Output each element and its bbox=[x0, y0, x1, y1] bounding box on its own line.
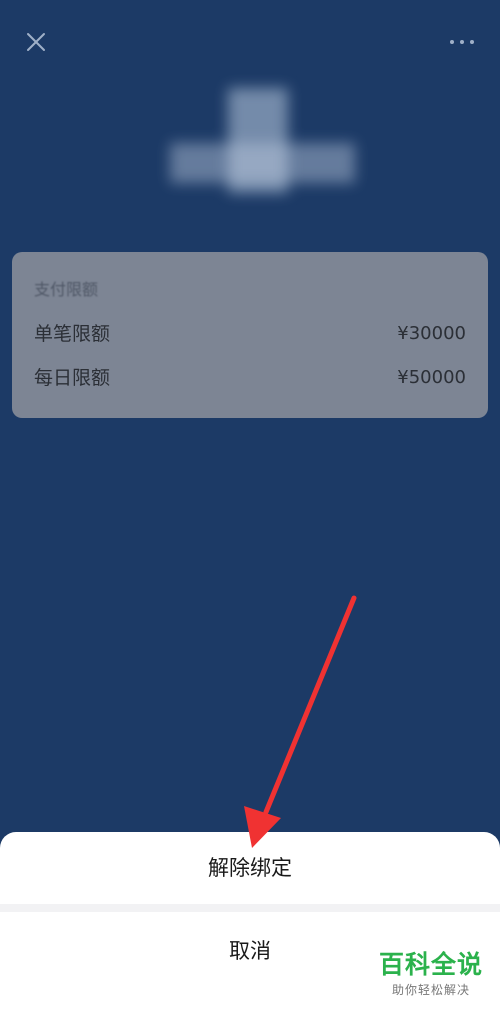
more-dots-icon bbox=[450, 40, 474, 44]
limit-label: 每日限额 bbox=[34, 367, 111, 389]
card-title: 支付限额 bbox=[34, 280, 99, 299]
watermark-title: 百科全说 bbox=[378, 950, 483, 979]
watermark: 百科全说 助你轻松解决 bbox=[376, 948, 486, 998]
limit-value: ¥50000 bbox=[397, 367, 466, 388]
more-button[interactable] bbox=[444, 26, 480, 58]
limit-row-single: 单笔限额 ¥30000 bbox=[34, 319, 466, 349]
bank-card-detail-screen: 支付限额 单笔限额 ¥30000 每日限额 ¥50000 解除绑定 取消 百科全… bbox=[0, 0, 500, 1012]
top-bar bbox=[0, 0, 500, 84]
close-button[interactable] bbox=[20, 26, 52, 58]
limit-row-daily: 每日限额 ¥50000 bbox=[34, 363, 466, 393]
close-icon bbox=[27, 33, 45, 51]
limit-value: ¥30000 bbox=[397, 323, 466, 344]
payment-limit-card: 支付限额 单笔限额 ¥30000 每日限额 ¥50000 bbox=[12, 252, 488, 418]
limit-label: 单笔限额 bbox=[34, 323, 111, 345]
bank-logo-blurred bbox=[170, 88, 355, 203]
watermark-subtitle: 助你轻松解决 bbox=[391, 983, 470, 997]
unbind-button[interactable]: 解除绑定 bbox=[0, 832, 500, 904]
sheet-divider bbox=[0, 904, 500, 912]
